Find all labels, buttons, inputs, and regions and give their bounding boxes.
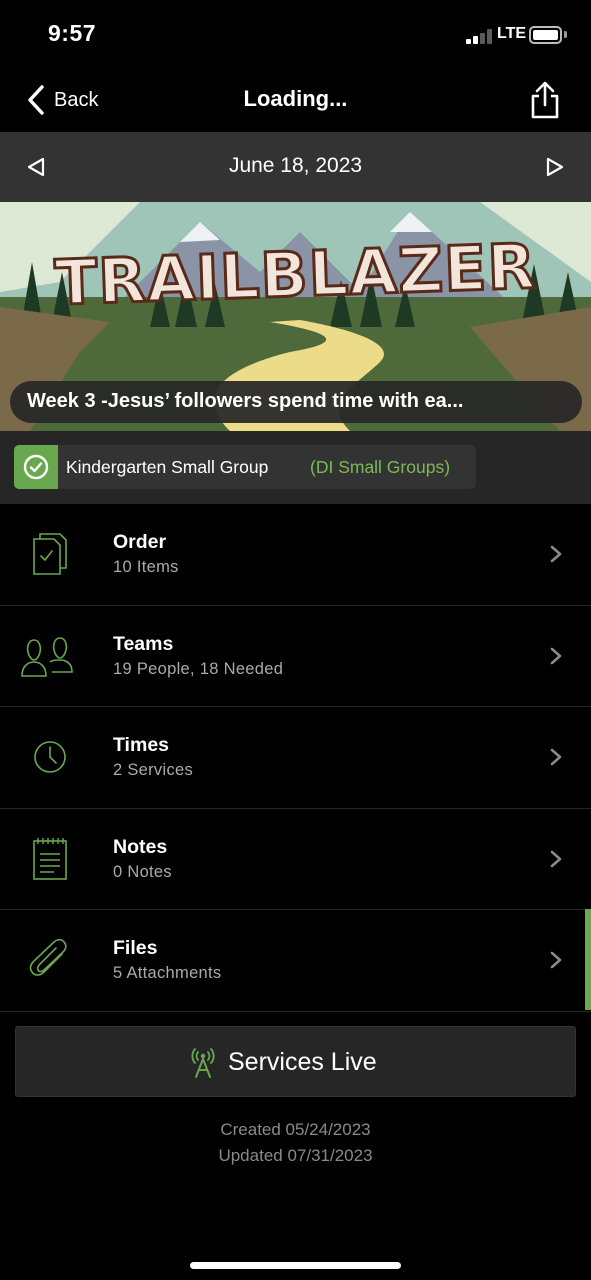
- plan-metadata: Created 05/24/2023 Updated 07/31/2023: [0, 1117, 591, 1169]
- services-live-button[interactable]: Services Live: [15, 1026, 576, 1097]
- back-button[interactable]: Back: [26, 84, 98, 116]
- signal-icon: [466, 29, 494, 44]
- list-item-teams[interactable]: Teams 19 People, 18 Needed: [0, 606, 591, 707]
- nav-bar: Loading... Back: [0, 70, 591, 132]
- broadcast-icon: [191, 1048, 215, 1078]
- service-type-strip: Kindergarten Small Group (DI Small Group…: [0, 431, 591, 504]
- scroll-indicator: [585, 909, 591, 1010]
- row-title: Teams: [113, 632, 174, 655]
- chevron-right-icon: [550, 545, 562, 563]
- created-date: Created 05/24/2023: [220, 1120, 371, 1139]
- battery-icon: [529, 26, 562, 44]
- network-type: LTE: [497, 25, 527, 42]
- paperclip-icon: [29, 938, 67, 976]
- plan-sections-list: Order 10 Items Teams 19 People, 18 Neede…: [0, 504, 591, 1012]
- chevron-right-icon: [550, 748, 562, 766]
- notes-icon: [33, 837, 67, 880]
- list-item-times[interactable]: Times 2 Services: [0, 707, 591, 809]
- status-time: 9:57: [48, 20, 97, 46]
- battery-tip: [564, 31, 567, 38]
- row-title: Notes: [113, 835, 168, 858]
- updated-date: Updated 07/31/2023: [218, 1146, 373, 1165]
- date-bar: June 18, 2023: [0, 132, 591, 202]
- row-title: Times: [113, 734, 170, 756]
- checkmark-circle-icon: [14, 445, 58, 489]
- row-subtitle: 5 Attachments: [113, 964, 222, 982]
- next-date-button[interactable]: [543, 155, 567, 179]
- row-subtitle: 2 Services: [113, 761, 194, 779]
- row-subtitle: 0 Notes: [113, 862, 172, 881]
- services-live-label: Services Live: [228, 1048, 377, 1076]
- clock-icon: [34, 741, 66, 773]
- row-title: Order: [113, 531, 167, 553]
- status-bar: 9:57 LTE: [0, 0, 591, 70]
- list-item-files[interactable]: Files 5 Attachments: [0, 910, 591, 1012]
- row-subtitle: 10 Items: [113, 558, 179, 576]
- list-item-notes[interactable]: Notes 0 Notes: [0, 809, 591, 910]
- plan-date[interactable]: June 18, 2023: [0, 154, 591, 178]
- service-type-folder: (DI Small Groups): [310, 457, 451, 477]
- chevron-right-icon: [550, 850, 562, 867]
- service-type-name: Kindergarten Small Group: [66, 457, 269, 477]
- teams-icon: [21, 636, 73, 677]
- share-icon[interactable]: [528, 81, 562, 119]
- chevron-right-icon: [550, 647, 562, 664]
- chevron-left-icon: [28, 85, 44, 115]
- series-caption: Week 3 -Jesus’ followers spend time with…: [10, 381, 582, 423]
- service-type-chip[interactable]: Kindergarten Small Group (DI Small Group…: [14, 445, 476, 489]
- home-indicator[interactable]: [190, 1262, 401, 1269]
- chevron-right-icon: [550, 951, 562, 969]
- back-label: Back: [54, 88, 99, 111]
- list-item-order[interactable]: Order 10 Items: [0, 504, 591, 606]
- order-icon: [33, 533, 67, 575]
- row-subtitle: 19 People, 18 Needed: [113, 659, 284, 678]
- row-title: Files: [113, 937, 158, 959]
